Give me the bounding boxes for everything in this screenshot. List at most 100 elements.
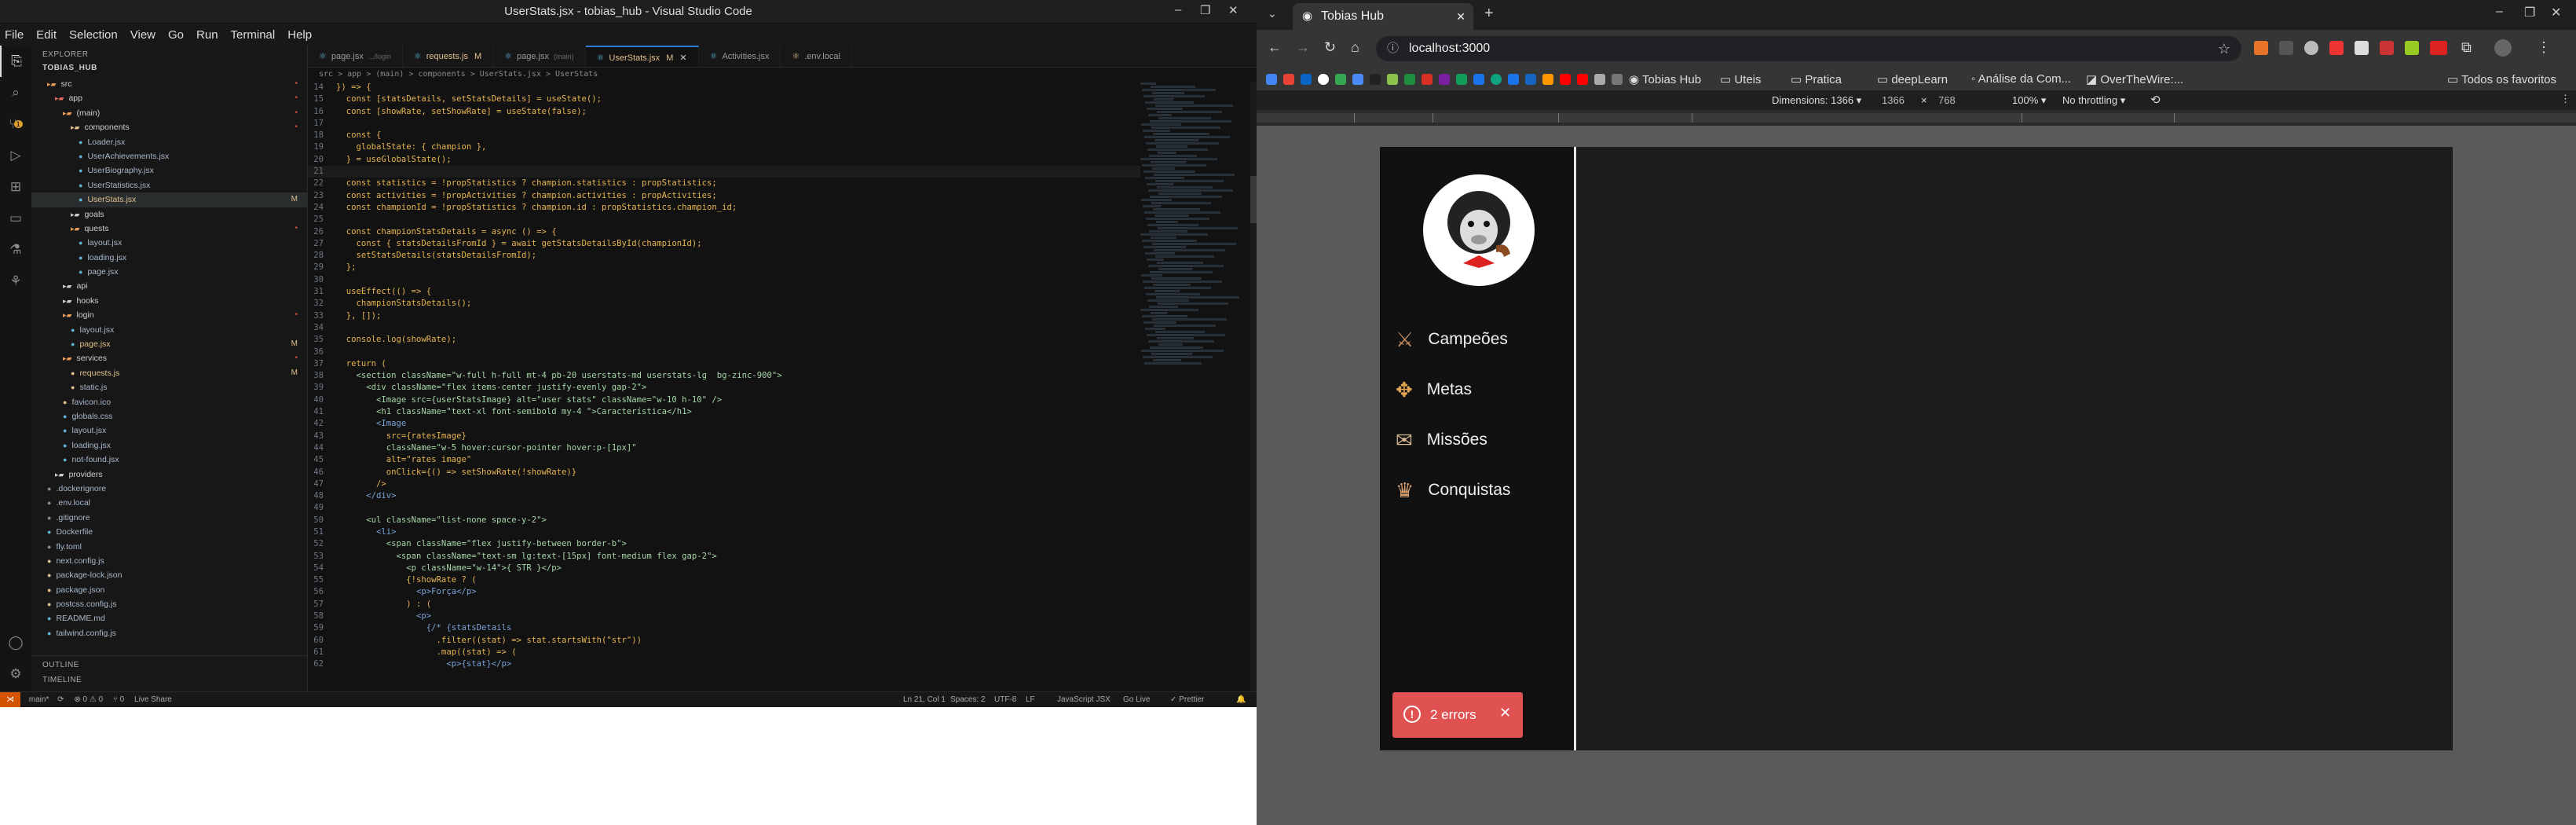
tree-file[interactable]: ● fly.toml [31, 540, 307, 554]
bookmark-overthewire[interactable]: ◪ OverTheWire:... [2086, 72, 2183, 86]
openai-icon[interactable] [1491, 74, 1502, 85]
code-line[interactable]: 21 [308, 166, 1140, 178]
code-line[interactable]: 30 [308, 274, 1140, 286]
bookmark-star-icon[interactable]: ☆ [2218, 36, 2230, 61]
tree-folder[interactable]: ▸▰ hooks [31, 294, 307, 308]
nav-achievements[interactable]: ♛ Conquistas [1396, 475, 1510, 506]
hli-extension-icon[interactable] [2430, 41, 2447, 55]
tree-file[interactable]: ● Dockerfile [31, 525, 307, 539]
code-line[interactable]: 46 onClick={() => setShowRate(!showRate)… [308, 467, 1140, 478]
code-line[interactable]: 32 championStatsDetails(); [308, 298, 1140, 310]
sync-icon[interactable]: ⟳ [57, 695, 64, 704]
code-line[interactable]: 42 <Image [308, 418, 1140, 430]
code-line[interactable]: 34 [308, 322, 1140, 334]
editor-scrollbar[interactable] [1250, 82, 1257, 691]
code-line[interactable]: 52 <span className="flex justify-between… [308, 538, 1140, 550]
code-line[interactable]: 16 const [showRate, setShowRate] = useSt… [308, 106, 1140, 118]
tree-folder[interactable]: ▸▰ login • [31, 308, 307, 322]
tree-file[interactable]: ● loading.jsx [31, 438, 307, 453]
menu-file[interactable]: File [5, 28, 24, 42]
device-menu-icon[interactable]: ⋮ [2560, 93, 2571, 105]
back-icon[interactable]: ← [1268, 39, 1282, 56]
tree-file[interactable]: ● layout.jsx [31, 323, 307, 337]
gmail-icon[interactable] [1283, 74, 1294, 85]
tree-folder[interactable]: ▸▰ (main) • [31, 106, 307, 120]
workspace-root[interactable]: TOBIAS_HUB [31, 64, 307, 77]
bookmark-folder-deeplearn[interactable]: ▭ deepLearn [1877, 72, 1948, 86]
branch-label[interactable]: main* [29, 695, 49, 704]
menu-help[interactable]: Help [287, 28, 312, 42]
code-line[interactable]: 59 {/* {statsDetails [308, 622, 1140, 634]
tree-folder[interactable]: ▸▰ goals [31, 207, 307, 222]
code-line[interactable]: 43 src={ratesImage} [308, 431, 1140, 442]
code-line[interactable]: 29 }; [308, 262, 1140, 273]
code-line[interactable]: 35 console.log(showRate); [308, 334, 1140, 346]
flag-extension-icon[interactable] [2329, 41, 2344, 55]
error-toast[interactable]: ! 2 errors ✕ [1392, 692, 1523, 738]
editor-tab[interactable]: ⚛ UserStats.jsx M ✕ [585, 46, 699, 67]
code-line[interactable]: 62 <p>{stat}</p> [308, 658, 1140, 670]
toast-close-icon[interactable]: ✕ [1499, 705, 1511, 721]
check-icon[interactable] [1612, 74, 1623, 85]
width-input[interactable]: 1366 [1882, 94, 1905, 106]
tree-file[interactable]: ● page.jsx M [31, 337, 307, 351]
site-info-icon[interactable]: ⓘ [1387, 36, 1399, 61]
git-graph-icon[interactable]: ⚘ [0, 266, 31, 297]
youtube-icon-2[interactable] [1577, 74, 1588, 85]
wave-icon[interactable] [1594, 74, 1605, 85]
prettier-status[interactable]: ✓ Prettier [1170, 692, 1204, 707]
code-line[interactable]: 58 <p> [308, 610, 1140, 622]
tree-file[interactable]: ● layout.jsx [31, 236, 307, 250]
code-line[interactable]: 38 <section className="w-full h-full mt-… [308, 370, 1140, 382]
drive-icon[interactable] [1335, 74, 1346, 85]
code-line[interactable]: 40 <Image src={userStatsImage} alt="user… [308, 394, 1140, 406]
code-line[interactable]: 31 useEffect(() => { [308, 286, 1140, 298]
chrome-menu-icon[interactable]: ⋮ [2537, 39, 2551, 56]
tree-file[interactable]: ● package-lock.json [31, 568, 307, 582]
menu-view[interactable]: View [130, 28, 156, 42]
new-tab-icon[interactable]: + [1484, 5, 1494, 23]
apps-icon[interactable] [1266, 74, 1277, 85]
tree-file[interactable]: ● favicon.ico [31, 395, 307, 409]
timeline-section[interactable]: TIMELINE [31, 674, 307, 689]
editor-tab[interactable]: ⚛ .env.local [781, 46, 852, 67]
menu-edit[interactable]: Edit [36, 28, 57, 42]
cursor-position[interactable]: Ln 21, Col 1 [903, 692, 946, 707]
menu-terminal[interactable]: Terminal [231, 28, 276, 42]
tree-file[interactable]: ● requests.js M [31, 366, 307, 380]
bar-chart-icon[interactable] [1525, 74, 1536, 85]
code-line[interactable]: 24 const championId = !propStatistics ? … [308, 202, 1140, 214]
code-line[interactable]: 20 } = useGlobalState(); [308, 154, 1140, 166]
close-icon[interactable]: ✕ [1228, 3, 1239, 17]
zoom-dropdown[interactable]: 100% ▾ [2012, 94, 2046, 107]
indentation[interactable]: Spaces: 2 [950, 692, 985, 707]
tab-close-icon[interactable]: ✕ [1456, 3, 1465, 30]
sheets-icon[interactable] [1404, 74, 1415, 85]
pdf-extension-icon[interactable] [2380, 41, 2394, 55]
minimap[interactable] [1140, 82, 1250, 691]
tree-file[interactable]: ● Loader.jsx [31, 135, 307, 149]
explorer-icon[interactable]: ⎘ [0, 46, 31, 77]
k-icon[interactable] [1370, 74, 1381, 85]
code-line[interactable]: 60 .filter((stat) => stat.startsWith("st… [308, 635, 1140, 647]
bookmark-analise[interactable]: ◦ Análise da Com... [1971, 72, 2071, 86]
m-icon[interactable] [1387, 74, 1398, 85]
bookmark-folder-uteis[interactable]: ▭ Uteis [1720, 72, 1762, 86]
close-icon[interactable]: ✕ [2551, 5, 2561, 20]
restore-icon[interactable]: ❐ [1200, 3, 1210, 17]
code-line[interactable]: 19 globalState: { champion }, [308, 141, 1140, 153]
bookmark-folder-pratica[interactable]: ▭ Pratica [1791, 72, 1842, 86]
tree-file[interactable]: ● page.jsx [31, 265, 307, 279]
github-icon[interactable] [1318, 74, 1329, 85]
tree-file[interactable]: ● globals.css [31, 409, 307, 424]
tree-file[interactable]: ● .gitignore [31, 511, 307, 525]
code-line[interactable]: 44 className="w-5 hover:cursor-pointer h… [308, 442, 1140, 454]
tab-close-icon[interactable]: ✕ [679, 53, 686, 63]
editor-tab[interactable]: ⚛ requests.js M [403, 46, 494, 67]
tree-file[interactable]: ● package.json [31, 583, 307, 597]
code-line[interactable]: 56 <p>Força</p> [308, 586, 1140, 598]
face-extension-icon[interactable] [2304, 41, 2318, 55]
problems-indicator[interactable]: ⊗ 0 ⚠ 0 [74, 695, 103, 704]
tree-folder[interactable]: ▸▰ services • [31, 351, 307, 365]
outline-section[interactable]: OUTLINE [31, 656, 307, 674]
